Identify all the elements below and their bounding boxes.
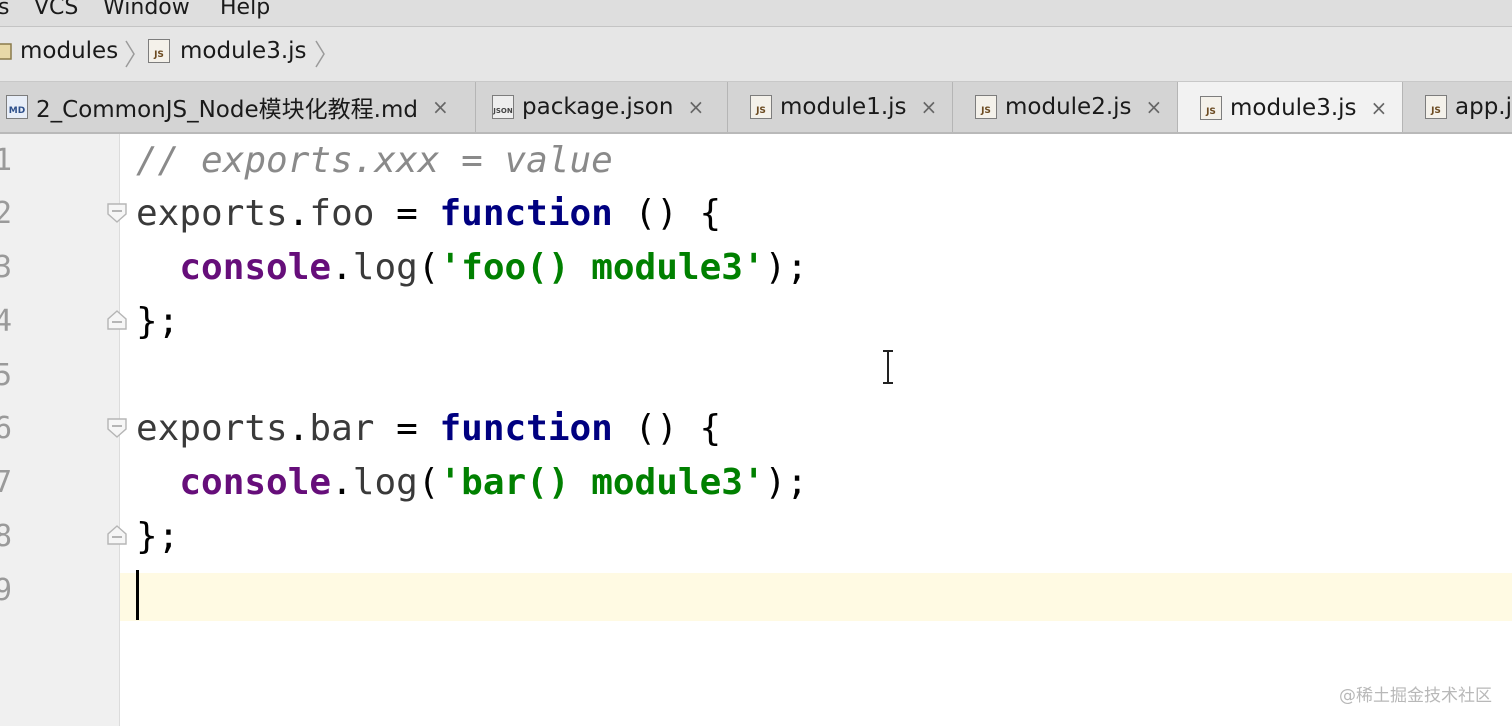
code-line: // exports.xxx = value xyxy=(136,134,613,188)
line-number: 3 xyxy=(0,250,13,285)
line-number-gutter: 1 2 3 4 5 6 7 8 9 xyxy=(0,134,120,726)
tab-package-json[interactable]: JSON package.json × xyxy=(476,82,728,132)
close-icon[interactable]: × xyxy=(432,95,449,119)
line-number: 1 xyxy=(0,143,13,178)
code-token: function xyxy=(439,408,613,449)
folder-icon xyxy=(0,43,12,60)
code-token: . xyxy=(331,247,353,288)
code-token: log xyxy=(352,247,418,288)
tab-app[interactable]: JS app.j xyxy=(1403,82,1512,132)
menu-item-vcs[interactable]: VCS xyxy=(34,0,78,20)
tab-label: module1.js xyxy=(780,94,907,120)
code-line: exports.foo = function () { xyxy=(136,187,721,241)
menu-item-help[interactable]: Help xyxy=(220,0,270,20)
tab-module2[interactable]: JS module2.js × xyxy=(953,82,1178,132)
editor-tab-bar: MD 2_CommonJS_Node模块化教程.md × JSON packag… xyxy=(0,82,1512,134)
close-icon[interactable]: × xyxy=(687,95,704,119)
js-file-icon: JS xyxy=(1200,96,1222,120)
code-token: 'foo() module3' xyxy=(439,247,765,288)
js-file-icon: JS xyxy=(148,39,170,63)
line-number: 2 xyxy=(0,196,13,231)
watermark: @稀土掘金技术社区 xyxy=(1339,686,1492,706)
line-number: 9 xyxy=(0,573,13,608)
code-token: exports xyxy=(136,408,288,449)
tab-label: app.j xyxy=(1455,94,1512,120)
code-token: = xyxy=(374,193,440,234)
ibeam-cursor-icon xyxy=(883,350,893,384)
close-icon[interactable]: × xyxy=(1371,96,1388,120)
code-editor[interactable]: 1 2 3 4 5 6 7 8 9 // exports.xxx = value… xyxy=(0,134,1512,726)
code-line: console.log('bar() module3'); xyxy=(136,456,808,510)
tab-module3[interactable]: JS module3.js × xyxy=(1178,82,1403,132)
code-token: log xyxy=(352,462,418,503)
line-number: 6 xyxy=(0,411,13,446)
code-token: . xyxy=(287,408,310,449)
code-token: ); xyxy=(764,462,808,503)
fold-close-icon[interactable] xyxy=(106,524,128,546)
current-line-highlight xyxy=(120,573,1512,621)
code-token: ( xyxy=(417,247,440,288)
menu-bar: s VCS Window Help xyxy=(0,0,1512,27)
code-token: () { xyxy=(612,408,722,449)
breadcrumb-item-module3[interactable]: JS module3.js xyxy=(148,38,307,64)
line-number: 8 xyxy=(0,519,13,554)
chevron-right-icon xyxy=(315,40,325,68)
line-number: 7 xyxy=(0,465,13,500)
code-token: // exports.xxx = value xyxy=(136,140,613,181)
code-token: }; xyxy=(136,516,180,557)
js-file-icon: JS xyxy=(1425,95,1447,119)
breadcrumb-label: modules xyxy=(20,38,119,64)
text-caret xyxy=(136,570,139,620)
close-icon[interactable]: × xyxy=(921,95,938,119)
code-line: }; xyxy=(136,510,179,564)
fold-open-icon[interactable] xyxy=(106,202,128,224)
fold-open-icon[interactable] xyxy=(106,417,128,439)
code-token: ( xyxy=(417,462,440,503)
md-file-icon: MD xyxy=(6,95,28,119)
line-number: 5 xyxy=(0,358,13,393)
js-file-icon: JS xyxy=(975,95,997,119)
code-token: console xyxy=(179,247,332,288)
js-file-icon: JS xyxy=(750,95,772,119)
code-token: function xyxy=(439,193,613,234)
code-token: }; xyxy=(136,301,180,342)
tab-module1[interactable]: JS module1.js × xyxy=(728,82,953,132)
code-token: exports xyxy=(136,193,288,234)
code-token: . xyxy=(331,462,353,503)
json-file-icon: JSON xyxy=(492,95,514,119)
menu-item-window[interactable]: Window xyxy=(103,0,190,20)
fold-close-icon[interactable] xyxy=(106,309,128,331)
tab-readme-md[interactable]: MD 2_CommonJS_Node模块化教程.md × xyxy=(0,82,476,132)
code-token: . xyxy=(287,193,310,234)
code-line: exports.bar = function () { xyxy=(136,402,721,456)
line-number: 4 xyxy=(0,304,13,339)
code-token: ); xyxy=(764,247,808,288)
code-token: = xyxy=(374,408,440,449)
tab-label: 2_CommonJS_Node模块化教程.md xyxy=(36,97,418,123)
menu-item-partial[interactable]: s xyxy=(0,0,9,20)
tab-label: module3.js xyxy=(1230,95,1357,121)
close-icon[interactable]: × xyxy=(1146,95,1163,119)
tab-label: package.json xyxy=(522,94,674,120)
code-line: console.log('foo() module3'); xyxy=(136,241,808,295)
breadcrumb-item-modules[interactable]: modules xyxy=(0,38,118,64)
breadcrumb-label: module3.js xyxy=(180,38,307,64)
code-token: () { xyxy=(612,193,722,234)
tab-label: module2.js xyxy=(1005,94,1132,120)
code-token: 'bar() module3' xyxy=(439,462,765,503)
breadcrumb: modules JS module3.js xyxy=(0,27,1512,82)
code-token: console xyxy=(179,462,332,503)
code-token: bar xyxy=(309,408,375,449)
code-line: }; xyxy=(136,295,179,349)
chevron-right-icon xyxy=(125,40,135,68)
code-token: foo xyxy=(309,193,375,234)
